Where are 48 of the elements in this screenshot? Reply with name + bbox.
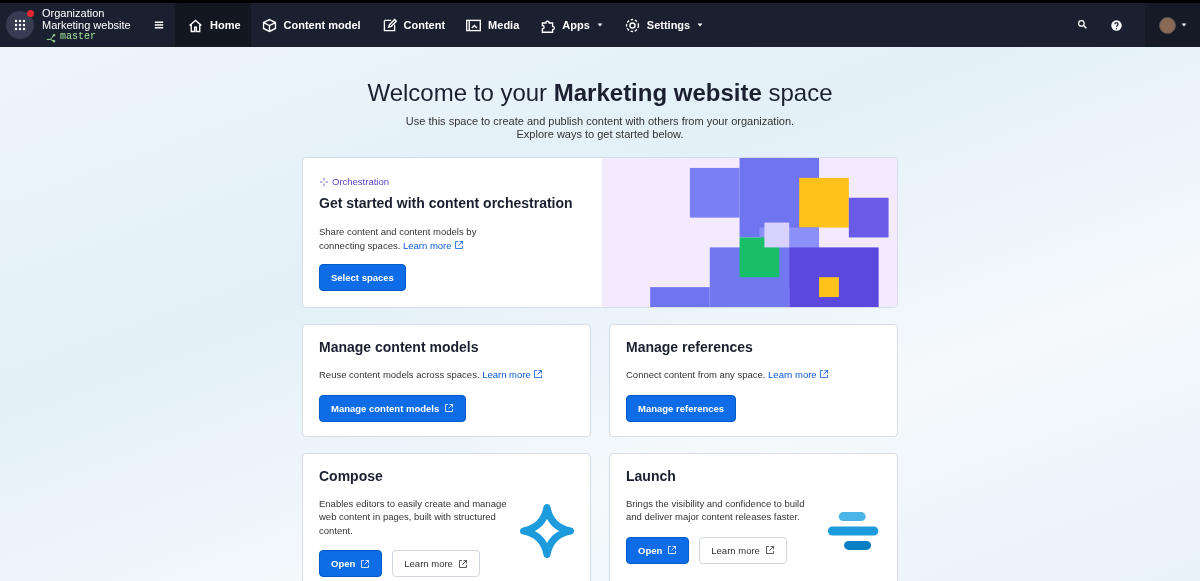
eyebrow-label: Orchestration	[332, 176, 390, 187]
external-link-icon	[819, 369, 830, 379]
open-button[interactable]: Manage references	[626, 394, 737, 422]
open-button[interactable]: Open	[319, 550, 383, 577]
page-subtitle: Use this space to create and publish content with others from your organization.	[405, 115, 795, 128]
help-icon	[1110, 18, 1123, 32]
external-link-icon	[454, 239, 465, 250]
nav-tab[interactable]: Content model	[250, 3, 371, 47]
nav-tab[interactable]: Media	[455, 3, 530, 47]
account-menu[interactable]	[1145, 3, 1200, 47]
card-text: Reuse content models across spaces. Learn more	[319, 368, 574, 382]
card-text: Connect content from any space. Learn more	[626, 368, 881, 382]
card-title: Manage content models	[319, 339, 480, 355]
settings-icon	[623, 16, 641, 34]
select-spaces-button[interactable]: Select spaces	[319, 264, 406, 291]
cube-icon	[260, 16, 278, 34]
card-text: Enables editors to easily create and manage web content in pages, built with structured content.	[319, 496, 508, 537]
search-icon	[1077, 19, 1088, 30]
page-title: Welcome to your Marketing website space	[367, 79, 833, 107]
four-point-star-icon	[520, 503, 574, 558]
page-subtitle: Explore ways to get started below.	[516, 128, 684, 141]
card-text: Brings the visibility and confidence to build and deliver major content releases faster.	[626, 496, 806, 524]
caret-icon	[1180, 21, 1188, 29]
space-name: Marketing website	[42, 19, 132, 31]
grid-icon	[12, 17, 28, 33]
open-button[interactable]: Manage content models	[319, 394, 467, 422]
nav-tab[interactable]: Settings	[613, 3, 715, 47]
avatar	[1159, 16, 1176, 34]
branch-icon	[45, 31, 57, 43]
open-button[interactable]: Open	[626, 536, 690, 564]
learn-more-button[interactable]: Learn more	[699, 536, 787, 564]
card-title: Launch	[626, 467, 677, 484]
learn-more-link[interactable]: Learn more	[403, 239, 465, 251]
card-text: Share content and content models by connecting spaces. Learn more	[319, 225, 478, 252]
card-title: Manage references	[626, 339, 754, 355]
nav-tab[interactable]: Content	[370, 3, 456, 47]
sparkle-icon	[319, 176, 329, 187]
nav-tab[interactable]: Home	[177, 3, 251, 47]
external-link-icon	[533, 369, 544, 379]
app-switcher-button[interactable]	[6, 11, 34, 39]
environment-name: master	[60, 31, 96, 43]
learn-more-button[interactable]: Learn more	[392, 550, 480, 577]
card-title: Get started with content orchestration	[319, 195, 574, 211]
learn-more-link[interactable]: Learn more	[482, 369, 544, 380]
nav-tab[interactable]: Apps	[529, 3, 614, 47]
organization-name: Organization	[42, 7, 106, 19]
learn-more-link[interactable]: Learn more	[768, 369, 830, 380]
card-title: Compose	[319, 467, 384, 484]
